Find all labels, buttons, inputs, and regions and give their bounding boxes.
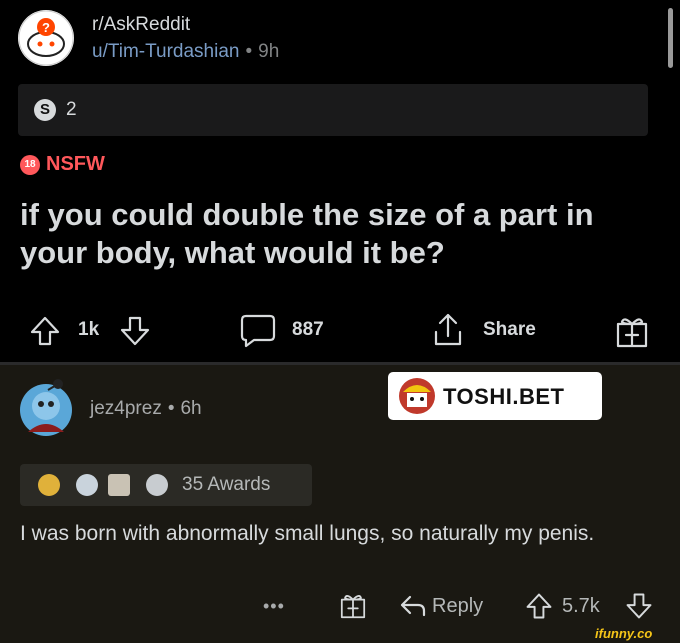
share-icon[interactable]	[428, 310, 468, 355]
reply-button[interactable]: Reply	[432, 595, 483, 618]
gift-icon[interactable]	[337, 590, 369, 627]
upvote-icon[interactable]	[524, 591, 554, 626]
comment-count: 887	[292, 319, 324, 340]
post-author[interactable]: u/Tim-Turdashian	[92, 41, 239, 62]
silver-award-icon: S	[34, 99, 56, 121]
wholesome-award-icon	[76, 474, 98, 496]
awards-count: 35 Awards	[182, 474, 271, 495]
post-byline: u/Tim-Turdashian • 9h	[92, 41, 279, 63]
comment-body: I was born with abnormally small lungs, …	[20, 522, 595, 545]
post-age: 9h	[258, 41, 280, 62]
subreddit-avatar[interactable]: ?	[18, 10, 74, 66]
comment-score: 5.7k	[562, 595, 600, 617]
share-button[interactable]: Share	[483, 319, 536, 341]
comment-author[interactable]: jez4prez	[90, 398, 162, 419]
vote-count: 1k	[78, 319, 100, 340]
reply-icon[interactable]	[398, 593, 428, 624]
nsfw-18-icon: 18	[20, 155, 40, 175]
comment-byline: jez4prez • 6h	[90, 398, 202, 420]
downvote-icon[interactable]	[118, 314, 152, 353]
scrollbar[interactable]	[668, 8, 673, 68]
byline-separator: •	[245, 41, 253, 62]
nsfw-label: NSFW	[46, 153, 105, 175]
sponsor-label: TOSHI.BET	[443, 384, 565, 409]
silver-award-icon	[146, 474, 168, 496]
svg-text:?: ?	[42, 20, 50, 35]
ifunny-watermark: ifunny.co	[595, 626, 653, 641]
downvote-icon[interactable]	[624, 591, 654, 626]
more-options-button[interactable]: •••	[263, 596, 285, 617]
helpful-award-icon	[108, 474, 130, 496]
post-award-count: 2	[66, 99, 77, 120]
gift-icon[interactable]	[612, 312, 652, 357]
comment-age: 6h	[180, 398, 202, 419]
gold-award-icon	[38, 474, 60, 496]
subreddit-name[interactable]: r/AskReddit	[92, 14, 190, 36]
post-awards-strip[interactable]	[18, 84, 648, 136]
toshi-logo-icon	[397, 376, 437, 416]
commenter-avatar[interactable]	[18, 376, 74, 438]
post-title[interactable]: if you could double the size of a part i…	[20, 196, 665, 272]
comment-byline-separator: •	[167, 398, 175, 419]
comment-icon[interactable]	[238, 312, 278, 355]
upvote-icon[interactable]	[28, 314, 62, 353]
